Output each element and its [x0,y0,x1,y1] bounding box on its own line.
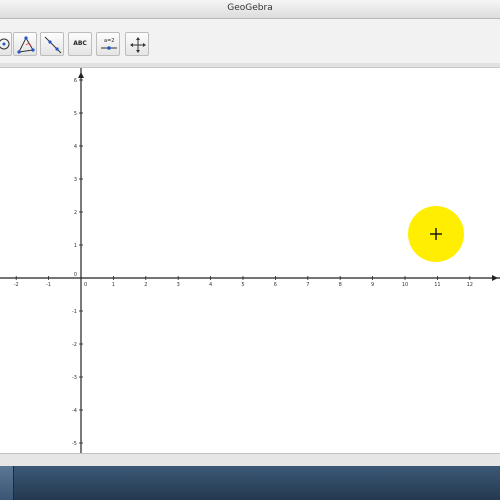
os-taskbar [0,466,500,500]
x-tick-label: -2 [14,282,19,288]
window-title-bar: GeoGebra [0,0,500,19]
y-tick-label: -5 [72,441,77,447]
y-tick-label: -3 [72,375,77,381]
x-tick-label: 5 [241,282,244,288]
x-tick-label: 3 [177,282,180,288]
window-title: GeoGebra [227,3,273,13]
y-tick-label: -2 [72,342,77,348]
x-tick-label: 1 [112,282,115,288]
x-tick-label: 7 [306,282,309,288]
y-tick-label: -1 [72,309,77,315]
slider-tool-label: a=2 [104,38,114,44]
x-tick-label: 11 [434,282,440,288]
x-tick-label: 2 [144,282,147,288]
y-tick-label: 5 [74,111,77,117]
point-tool-icon [0,38,10,50]
x-tick-label: 4 [209,282,212,288]
status-strip [0,453,500,467]
y-tick-label: 4 [74,144,77,150]
y-tick-label: -4 [72,408,77,414]
toolbar: ABC a=2 [0,19,500,64]
text-tool-icon: ABC [73,40,87,47]
text-tool-button[interactable]: ABC [68,32,92,56]
x-tick-label: 8 [339,282,342,288]
y-tick-label: 0 [74,272,77,278]
x-tick-label: 0 [84,282,87,288]
x-tick-label: 9 [371,282,374,288]
y-tick-label: 3 [74,177,77,183]
line-tool-button[interactable] [40,32,64,56]
y-tick-label: 2 [74,210,77,216]
y-tick-label: 1 [74,243,77,249]
polygon-tool-button[interactable] [13,32,37,56]
polygon-tool-icon [17,36,35,54]
graphics-view[interactable]: -2 -1 0 1 2 3 4 5 6 7 8 9 10 11 12 6 5 4 3 2 1 0 -1 -2 -3 -4 -5 [0,68,500,453]
x-axis-arrow-icon [492,275,498,281]
x-tick-label: 10 [402,282,408,288]
slider-tool-icon: a=2 [101,38,117,50]
move-graphics-view-button[interactable] [125,32,149,56]
move-graphics-view-icon [130,37,146,53]
slider-tool-button[interactable]: a=2 [96,32,120,56]
line-tool-icon [44,36,62,54]
x-tick-label: 6 [274,282,277,288]
y-tick-label: 6 [74,78,77,84]
taskbar-start-button[interactable] [0,466,14,500]
x-tick-label: -1 [46,282,51,288]
y-axis-arrow-icon [78,72,84,78]
point-tool-button[interactable] [0,32,12,56]
coordinate-plane[interactable]: -2 -1 0 1 2 3 4 5 6 7 8 9 10 11 126543210-1-2-3-4-5 [0,68,500,453]
x-tick-label: 12 [467,282,473,288]
